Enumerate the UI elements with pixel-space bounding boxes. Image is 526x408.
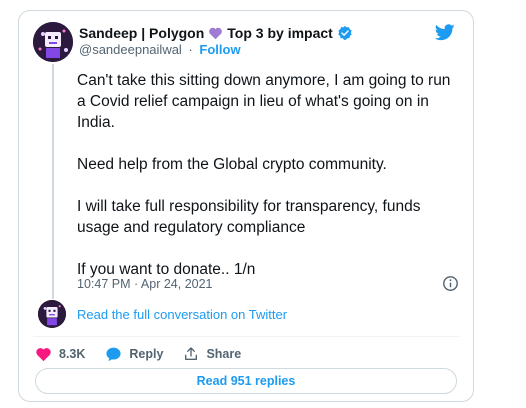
handle-row: @sandeepnailwal · Follow (79, 42, 241, 57)
read-conversation-link[interactable]: Read the full conversation on Twitter (77, 307, 287, 322)
purple-heart-icon (208, 26, 223, 40)
like-button[interactable]: 8.3K (35, 346, 85, 362)
tweet-paragraph: I will take full responsibility for tran… (77, 198, 421, 236)
tweet-text: Can't take this sitting down anymore, I … (77, 70, 457, 301)
reply-button[interactable]: Reply (105, 346, 163, 362)
info-icon[interactable] (442, 275, 459, 292)
handle-separator: · (188, 42, 193, 57)
tweet-paragraph: Can't take this sitting down anymore, I … (77, 72, 451, 131)
heart-icon (36, 348, 51, 362)
reply-bubble-icon (106, 347, 121, 362)
like-count: 8.3K (59, 347, 86, 361)
verified-badge-icon (337, 25, 353, 41)
twitter-bird-icon[interactable] (434, 24, 455, 41)
follow-link[interactable]: Follow (199, 42, 240, 57)
thread-line (52, 64, 54, 299)
tweet-embed: Sandeep | Polygon Top 3 by impact @sande… (18, 10, 474, 402)
divider (33, 336, 459, 337)
tweet-paragraph: Need help from the Global crypto communi… (77, 156, 387, 173)
share-upload-icon (185, 347, 198, 360)
author-handle[interactable]: @sandeepnailwal (79, 42, 182, 57)
author-avatar[interactable] (33, 22, 73, 62)
share-button[interactable]: Share (183, 346, 241, 362)
conversation-avatar[interactable] (38, 300, 66, 328)
tweet-timestamp[interactable]: 10:47 PM · Apr 24, 2021 (77, 277, 213, 291)
read-replies-button[interactable]: Read 951 replies (35, 368, 457, 394)
author-name-suffix[interactable]: Top 3 by impact (227, 25, 333, 41)
author-name[interactable]: Sandeep | Polygon (79, 25, 204, 41)
tweet-actions: 8.3K Reply Share (35, 344, 261, 364)
share-label: Share (206, 347, 242, 361)
author-name-row[interactable]: Sandeep | Polygon Top 3 by impact (79, 24, 353, 42)
reply-label: Reply (129, 347, 164, 361)
